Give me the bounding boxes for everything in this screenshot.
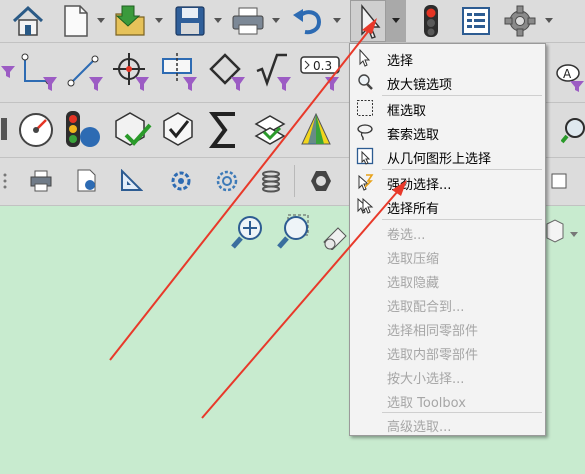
line-dimension-icon[interactable] — [64, 50, 106, 94]
box-select-icon — [356, 99, 374, 117]
menu-item-magnifier[interactable]: 放大镜选项 — [350, 70, 545, 94]
settings-small-icon[interactable] — [166, 167, 196, 195]
spring-icon[interactable] — [256, 167, 286, 195]
select-dropdown-menu: 选择 放大镜选项 框选取 套索选取 从几何图形上选择 强劲选择... 选择所有 … — [349, 43, 546, 436]
compare-icon[interactable] — [248, 108, 292, 152]
sum-icon[interactable] — [204, 108, 244, 152]
new-document-icon[interactable] — [58, 2, 94, 40]
svg-text:0.3: 0.3 — [313, 59, 332, 73]
equation-icon[interactable] — [252, 50, 294, 94]
options-gear-icon[interactable] — [212, 167, 242, 195]
select-all-icon — [356, 197, 374, 215]
gauge-icon[interactable] — [14, 108, 58, 152]
chamfer-dimension-icon[interactable] — [206, 50, 248, 94]
menu-item-lasso-select[interactable]: 套索选取 — [350, 120, 545, 144]
previous-view-icon[interactable] — [320, 214, 350, 251]
hex-nut-icon[interactable] — [306, 167, 336, 195]
select-button[interactable] — [350, 0, 386, 42]
triangle-ruler-icon[interactable] — [116, 167, 146, 195]
chevron-down-icon[interactable] — [155, 18, 163, 23]
design-check-icon[interactable] — [156, 108, 200, 152]
menu-item-geometry-select[interactable]: 从几何图形上选择 — [350, 144, 545, 168]
menu-item-select-suppressed: 选取压缩 — [387, 252, 440, 267]
draft-analysis-icon[interactable] — [294, 108, 338, 152]
traffic-light-icon[interactable] — [414, 2, 448, 40]
home-icon[interactable] — [8, 2, 48, 40]
partial-icon[interactable] — [0, 110, 10, 148]
select-dropdown-button[interactable] — [386, 0, 406, 42]
menu-item-select-by-size: 按大小选择... — [387, 372, 465, 387]
angle-dimension-icon[interactable] — [18, 50, 60, 94]
menu-item-volume-select: 卷选... — [387, 228, 426, 243]
menu-item-select-hidden: 选取隐藏 — [387, 276, 440, 291]
view-orientation-icon[interactable] — [545, 218, 565, 246]
funnel-filter-icon[interactable] — [0, 56, 16, 88]
view-small-icon[interactable] — [548, 167, 572, 195]
gear-icon[interactable] — [500, 2, 540, 40]
zoom-search-icon[interactable] — [560, 110, 585, 150]
power-select-icon — [356, 173, 374, 191]
chevron-down-icon[interactable] — [570, 232, 578, 237]
standard-toolbar — [0, 0, 585, 43]
print-small-icon[interactable] — [26, 167, 56, 195]
page-setup-icon[interactable] — [72, 167, 102, 195]
geometry-select-icon — [356, 147, 374, 165]
menu-item-select-identical-components: 选择相同零部件 — [387, 324, 479, 339]
menu-item-advanced-select: 高级选取... — [387, 420, 452, 435]
chevron-down-icon[interactable] — [214, 18, 222, 23]
chevron-down-icon[interactable] — [545, 18, 553, 23]
arrow-select-icon — [356, 48, 374, 67]
open-file-icon[interactable] — [110, 2, 150, 40]
zoom-area-icon[interactable] — [276, 212, 312, 250]
center-point-icon[interactable] — [110, 50, 152, 94]
chevron-down-icon[interactable] — [392, 18, 400, 23]
toolbar-separator — [294, 165, 295, 197]
save-icon[interactable] — [170, 2, 210, 40]
lasso-icon — [356, 123, 374, 141]
note-icon[interactable]: 0.3 — [298, 50, 344, 94]
menu-item-select-toolbox: 选取 Toolbox — [387, 396, 466, 411]
menu-item-select-internal-components: 选取内部零部件 — [387, 348, 479, 363]
chevron-down-icon[interactable] — [272, 18, 280, 23]
magnifier-icon — [356, 73, 374, 91]
zoom-to-fit-icon[interactable] — [230, 212, 266, 250]
svg-text:A: A — [563, 67, 572, 81]
menu-item-select[interactable]: 选择 — [350, 46, 545, 70]
check-part-icon[interactable] — [108, 108, 154, 152]
chevron-down-icon[interactable] — [333, 18, 341, 23]
datum-feature-icon[interactable]: A — [548, 50, 585, 94]
menu-item-select-all[interactable]: 选择所有 — [350, 194, 545, 218]
undo-icon[interactable] — [288, 2, 328, 40]
grip-icon[interactable] — [0, 169, 10, 193]
performance-evaluation-icon[interactable] — [60, 108, 104, 152]
menu-item-power-select[interactable]: 强劲选择... — [350, 170, 545, 194]
menu-item-select-mated-to: 选取配合到... — [387, 300, 465, 315]
chevron-down-icon[interactable] — [97, 18, 105, 23]
properties-list-icon[interactable] — [458, 2, 494, 40]
ordinate-dimension-icon[interactable] — [158, 50, 200, 94]
menu-item-box-select[interactable]: 框选取 — [350, 96, 545, 120]
print-icon[interactable] — [228, 2, 268, 40]
